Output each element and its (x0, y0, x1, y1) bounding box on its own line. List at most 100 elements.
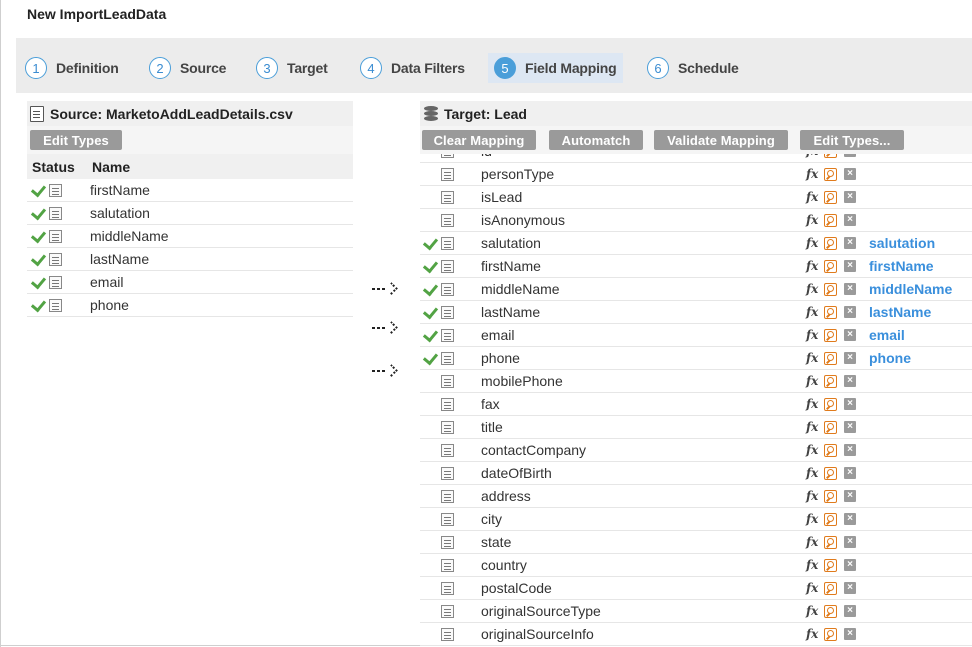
target-row[interactable]: isAnonymous fx × (420, 209, 972, 232)
clear-icon[interactable]: × (844, 237, 856, 249)
validate-mapping-button[interactable]: Validate Mapping (654, 130, 788, 150)
wizard-step-definition[interactable]: 1 Definition (25, 53, 119, 83)
clear-icon[interactable]: × (844, 260, 856, 272)
fx-icon[interactable]: fx (806, 535, 818, 549)
fx-icon[interactable]: fx (806, 328, 818, 342)
clear-icon[interactable]: × (844, 628, 856, 640)
target-row[interactable]: originalSourceType fx × (420, 600, 972, 623)
lookup-icon[interactable] (824, 306, 837, 319)
wizard-step-data-filters[interactable]: 4 Data Filters (360, 53, 465, 83)
target-row[interactable]: state fx × (420, 531, 972, 554)
fx-icon[interactable]: fx (806, 213, 818, 227)
target-row[interactable]: postalCode fx × (420, 577, 972, 600)
target-row[interactable]: personType fx × (420, 163, 972, 186)
mapped-source-field[interactable]: email (869, 327, 905, 343)
target-row[interactable]: dateOfBirth fx × (420, 462, 972, 485)
fx-icon[interactable]: fx (806, 512, 818, 526)
clear-icon[interactable]: × (844, 582, 856, 594)
mapped-source-field[interactable]: salutation (869, 235, 935, 251)
target-row[interactable]: originalSourceInfo fx × (420, 623, 972, 646)
fx-icon[interactable]: fx (806, 466, 818, 480)
target-row[interactable]: id fx × (420, 154, 972, 163)
fx-icon[interactable]: fx (806, 627, 818, 641)
target-row[interactable]: city fx × (420, 508, 972, 531)
lookup-icon[interactable] (824, 398, 837, 411)
clear-icon[interactable]: × (844, 467, 856, 479)
clear-icon[interactable]: × (844, 421, 856, 433)
lookup-icon[interactable] (824, 467, 837, 480)
source-row[interactable]: salutation (27, 202, 353, 225)
lookup-icon[interactable] (824, 154, 837, 158)
clear-icon[interactable]: × (844, 536, 856, 548)
lookup-icon[interactable] (824, 490, 837, 503)
wizard-step-source[interactable]: 2 Source (149, 53, 226, 83)
mapped-source-field[interactable]: phone (869, 350, 911, 366)
mapped-source-field[interactable]: middleName (869, 281, 952, 297)
source-edit-types-button[interactable]: Edit Types (30, 130, 122, 150)
target-row[interactable]: mobilePhone fx × (420, 370, 972, 393)
clear-icon[interactable]: × (844, 375, 856, 387)
lookup-icon[interactable] (824, 260, 837, 273)
lookup-icon[interactable] (824, 605, 837, 618)
target-row[interactable]: email fx × email (420, 324, 972, 347)
fx-icon[interactable]: fx (806, 305, 818, 319)
fx-icon[interactable]: fx (806, 236, 818, 250)
fx-icon[interactable]: fx (806, 604, 818, 618)
target-row[interactable]: firstName fx × firstName (420, 255, 972, 278)
source-row[interactable]: firstName (27, 179, 353, 202)
clear-icon[interactable]: × (844, 214, 856, 226)
lookup-icon[interactable] (824, 582, 837, 595)
lookup-icon[interactable] (824, 237, 837, 250)
clear-icon[interactable]: × (844, 154, 856, 157)
clear-icon[interactable]: × (844, 513, 856, 525)
wizard-step-schedule[interactable]: 6 Schedule (647, 53, 739, 83)
clear-icon[interactable]: × (844, 444, 856, 456)
fx-icon[interactable]: fx (806, 190, 818, 204)
target-row[interactable]: country fx × (420, 554, 972, 577)
wizard-step-field-mapping[interactable]: 5 Field Mapping (488, 53, 623, 83)
fx-icon[interactable]: fx (806, 351, 818, 365)
source-row[interactable]: lastName (27, 248, 353, 271)
clear-icon[interactable]: × (844, 329, 856, 341)
fx-icon[interactable]: fx (806, 282, 818, 296)
mapped-source-field[interactable]: firstName (869, 258, 934, 274)
source-row[interactable]: middleName (27, 225, 353, 248)
lookup-icon[interactable] (824, 283, 837, 296)
lookup-icon[interactable] (824, 168, 837, 181)
fx-icon[interactable]: fx (806, 154, 818, 158)
lookup-icon[interactable] (824, 214, 837, 227)
target-row[interactable]: salutation fx × salutation (420, 232, 972, 255)
fx-icon[interactable]: fx (806, 259, 818, 273)
lookup-icon[interactable] (824, 375, 837, 388)
target-row[interactable]: title fx × (420, 416, 972, 439)
fx-icon[interactable]: fx (806, 489, 818, 503)
lookup-icon[interactable] (824, 352, 837, 365)
fx-icon[interactable]: fx (806, 581, 818, 595)
target-row[interactable]: phone fx × phone (420, 347, 972, 370)
clear-icon[interactable]: × (844, 559, 856, 571)
target-edit-types-button[interactable]: Edit Types... (800, 130, 904, 150)
lookup-icon[interactable] (824, 191, 837, 204)
clear-icon[interactable]: × (844, 168, 856, 180)
lookup-icon[interactable] (824, 329, 837, 342)
lookup-icon[interactable] (824, 513, 837, 526)
source-row[interactable]: phone (27, 294, 353, 317)
clear-icon[interactable]: × (844, 398, 856, 410)
source-row[interactable]: email (27, 271, 353, 294)
clear-icon[interactable]: × (844, 605, 856, 617)
fx-icon[interactable]: fx (806, 443, 818, 457)
lookup-icon[interactable] (824, 444, 837, 457)
target-field-list[interactable]: id fx × personType fx × isLead fx × isAnonymous fx… (420, 154, 972, 646)
clear-icon[interactable]: × (844, 352, 856, 364)
target-row[interactable]: fax fx × (420, 393, 972, 416)
target-row[interactable]: address fx × (420, 485, 972, 508)
clear-icon[interactable]: × (844, 306, 856, 318)
target-row[interactable]: contactCompany fx × (420, 439, 972, 462)
fx-icon[interactable]: fx (806, 167, 818, 181)
target-row[interactable]: isLead fx × (420, 186, 972, 209)
automatch-button[interactable]: Automatch (549, 130, 643, 150)
lookup-icon[interactable] (824, 421, 837, 434)
target-row[interactable]: middleName fx × middleName (420, 278, 972, 301)
clear-icon[interactable]: × (844, 283, 856, 295)
fx-icon[interactable]: fx (806, 397, 818, 411)
